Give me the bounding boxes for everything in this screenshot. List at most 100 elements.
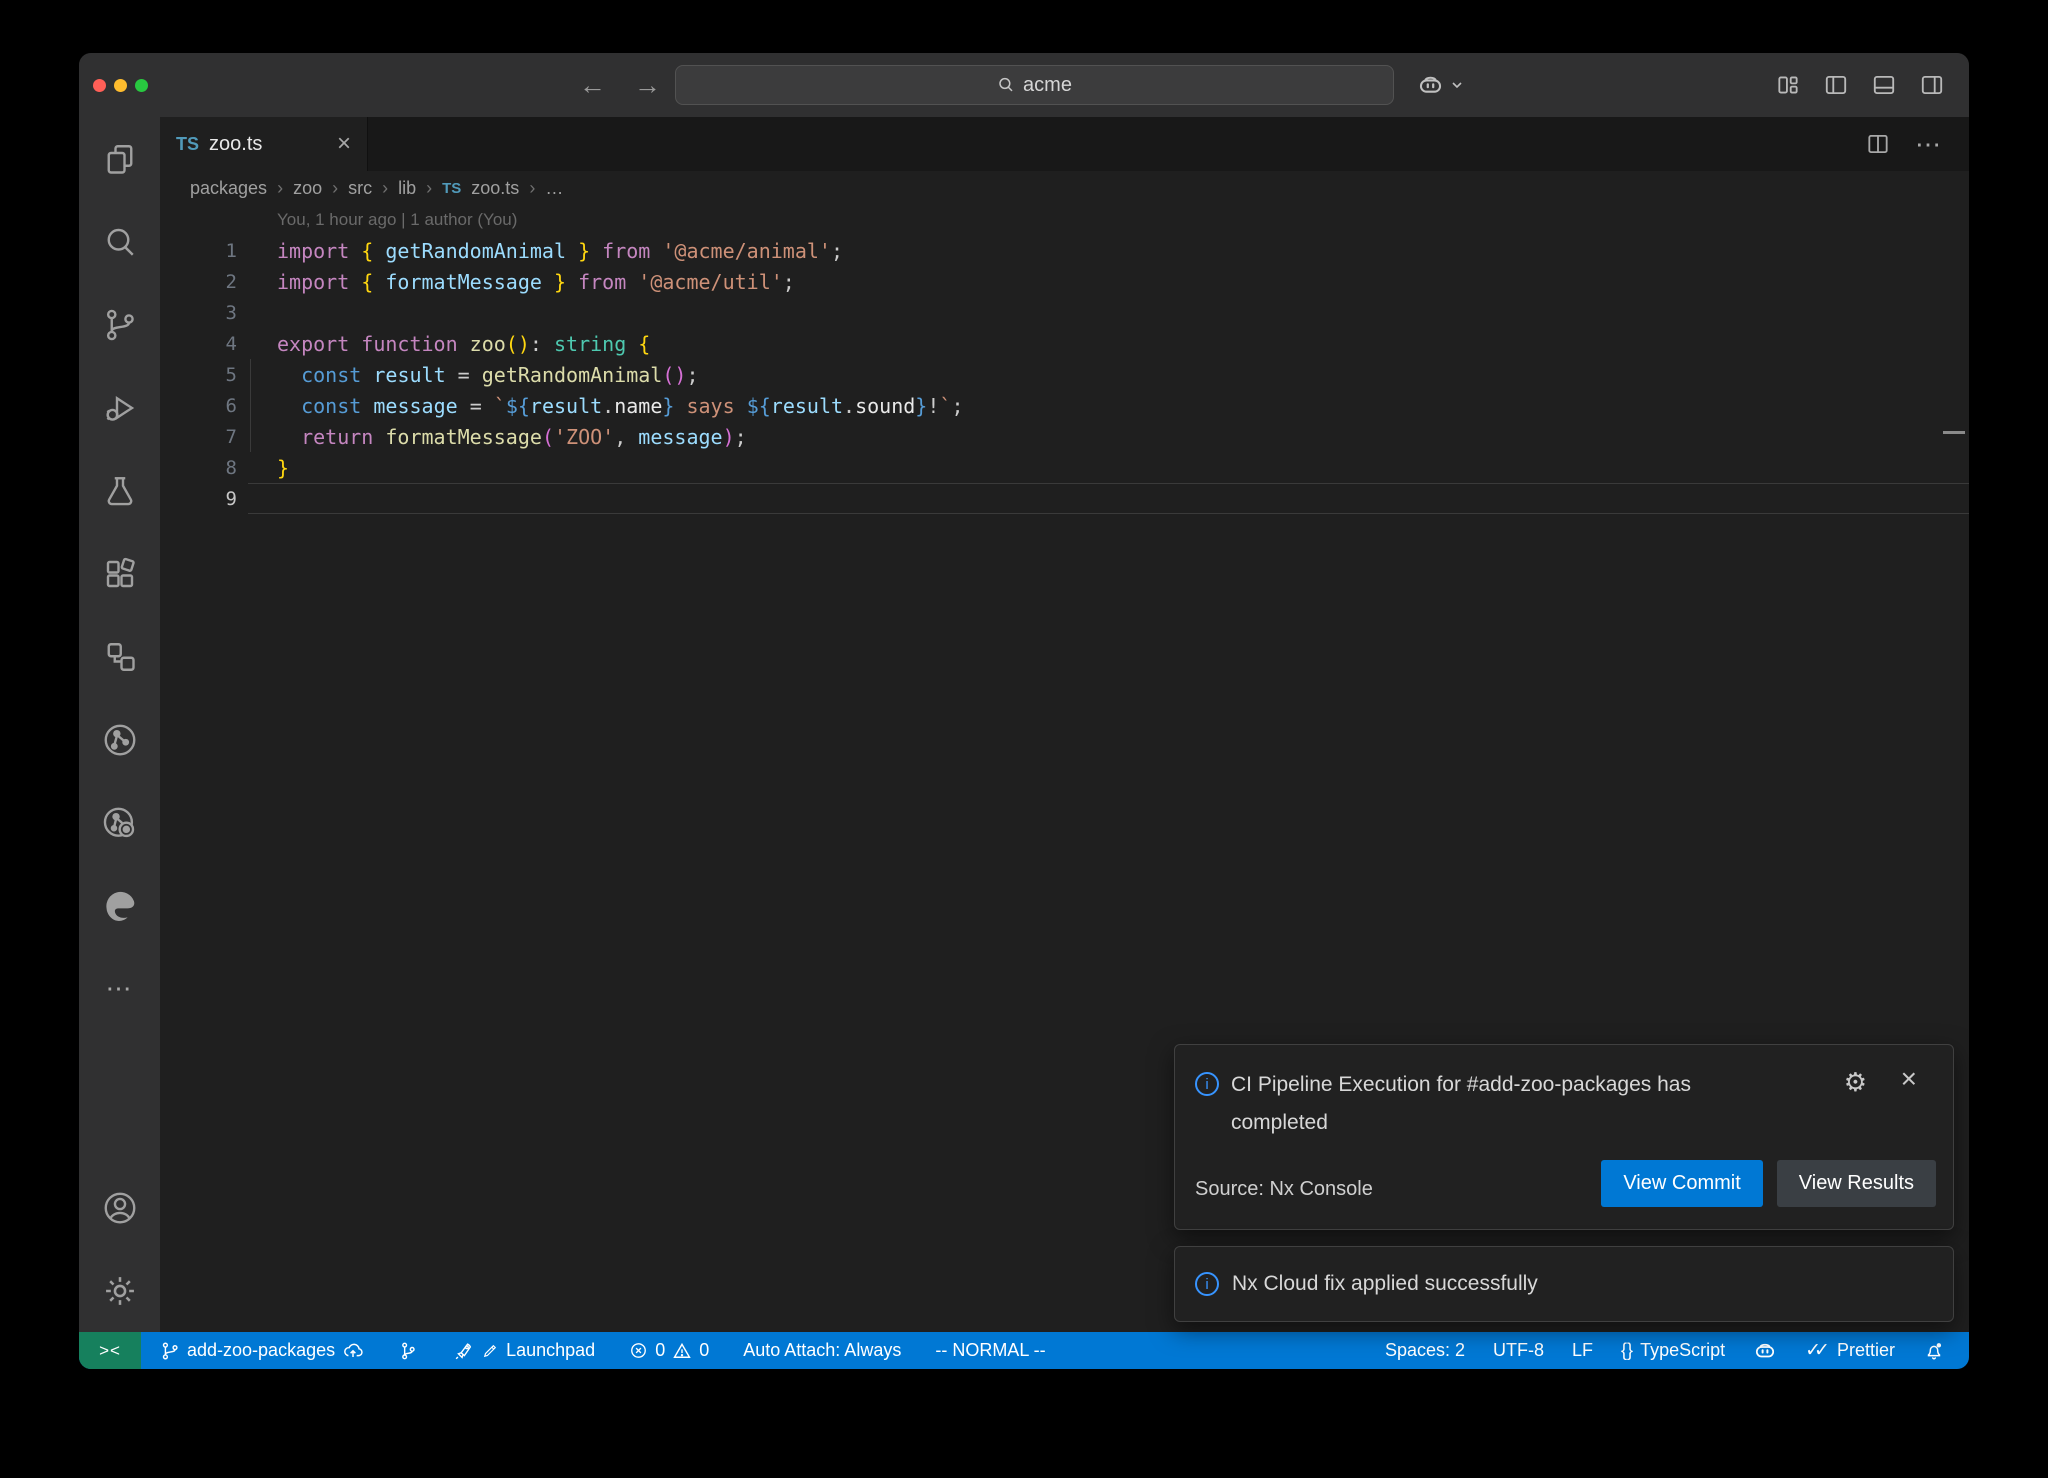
pencil-icon	[481, 1342, 499, 1360]
extensions-icon[interactable]	[79, 532, 160, 615]
rocket-icon	[452, 1340, 474, 1362]
code-line-text: return formatMessage('ZOO', message);	[277, 425, 747, 449]
more-actions-icon[interactable]: ⋯	[1915, 129, 1943, 160]
line-number: 6	[160, 395, 277, 417]
breadcrumb-separator: ›	[277, 178, 283, 199]
cloud-upload-icon	[342, 1340, 364, 1362]
language-mode-item[interactable]: {} TypeScript	[1621, 1340, 1725, 1361]
code-line[interactable]: 3	[160, 297, 1969, 328]
edge-browser-icon[interactable]	[79, 864, 160, 947]
line-number: 7	[160, 426, 277, 448]
close-window-button[interactable]	[93, 79, 106, 92]
breadcrumb-item[interactable]: packages	[190, 178, 267, 199]
settings-gear-icon[interactable]	[79, 1249, 160, 1332]
code-line[interactable]: 4export function zoo(): string {	[160, 328, 1969, 359]
tab-close-icon[interactable]: ×	[337, 132, 351, 156]
code-line[interactable]: 2import { formatMessage } from '@acme/ut…	[160, 266, 1969, 297]
code-line-text: }	[277, 456, 289, 480]
breadcrumb-separator: ›	[529, 178, 535, 199]
split-editor-icon[interactable]	[1865, 131, 1891, 157]
error-count: 0	[655, 1340, 665, 1361]
code-line-text: import { formatMessage } from '@acme/uti…	[277, 270, 795, 294]
code-line[interactable]: 5 const result = getRandomAnimal();	[160, 359, 1969, 390]
toggle-panel-icon[interactable]	[1871, 72, 1897, 98]
copilot-status-item[interactable]	[1753, 1339, 1777, 1363]
search-value: acme	[1023, 74, 1072, 97]
remote-indicator[interactable]: ><	[79, 1332, 141, 1369]
activity-bar: ⋯	[79, 117, 160, 1332]
ci-pipeline-item[interactable]	[398, 1341, 418, 1361]
warning-count: 0	[699, 1340, 709, 1361]
nx-cloud-icon[interactable]	[79, 698, 160, 781]
breadcrumb: packages › zoo › src › lib › TS zoo.ts ›…	[160, 171, 1969, 205]
code-line-text: const result = getRandomAnimal();	[277, 363, 699, 387]
search-sidebar-icon[interactable]	[79, 200, 160, 283]
line-number: 1	[160, 240, 277, 262]
problems-item[interactable]: 0 0	[629, 1340, 709, 1361]
nx-cloud-search-icon[interactable]	[79, 781, 160, 864]
indentation-item[interactable]: Spaces: 2	[1385, 1340, 1465, 1361]
minimize-window-button[interactable]	[114, 79, 127, 92]
forward-button[interactable]: →	[634, 70, 661, 101]
notification-toast-nx-fix: i Nx Cloud fix applied successfully	[1174, 1246, 1954, 1322]
code-line[interactable]: 8}	[160, 452, 1969, 483]
traffic-lights	[93, 53, 148, 117]
breadcrumb-separator: ›	[382, 178, 388, 199]
auto-attach-item[interactable]: Auto Attach: Always	[743, 1340, 901, 1361]
tab-zoo-ts[interactable]: TS zoo.ts ×	[160, 117, 368, 171]
source-control-icon[interactable]	[79, 283, 160, 366]
breadcrumb-item[interactable]: zoo.ts	[471, 178, 519, 199]
breadcrumb-item[interactable]: src	[348, 178, 372, 199]
line-number: 5	[160, 364, 277, 386]
notification-source: Source: Nx Console	[1195, 1178, 1373, 1201]
search-icon	[997, 76, 1015, 94]
toggle-primary-sidebar-icon[interactable]	[1823, 72, 1849, 98]
encoding-item[interactable]: UTF-8	[1493, 1340, 1544, 1361]
breadcrumb-item[interactable]: lib	[398, 178, 416, 199]
accounts-icon[interactable]	[79, 1166, 160, 1249]
line-number: 2	[160, 271, 277, 293]
breadcrumb-item[interactable]: zoo	[293, 178, 322, 199]
view-results-button[interactable]: View Results	[1777, 1160, 1936, 1207]
run-debug-icon[interactable]	[79, 366, 160, 449]
breadcrumb-item[interactable]: …	[545, 178, 563, 199]
breadcrumb-separator: ›	[332, 178, 338, 199]
toggle-secondary-sidebar-icon[interactable]	[1919, 72, 1945, 98]
customize-layout-icon[interactable]	[1775, 72, 1801, 98]
back-button[interactable]: ←	[579, 70, 606, 101]
copilot-icon	[1417, 72, 1444, 99]
copilot-menu-button[interactable]	[1417, 53, 1464, 117]
explorer-icon[interactable]	[79, 117, 160, 200]
warning-icon	[672, 1341, 692, 1361]
zoom-window-button[interactable]	[135, 79, 148, 92]
notification-close-icon[interactable]: ×	[1901, 1063, 1917, 1095]
chevron-down-icon	[1450, 78, 1464, 92]
notification-toast-ci: i CI Pipeline Execution for #add-zoo-pac…	[1174, 1044, 1954, 1230]
view-commit-button[interactable]: View Commit	[1601, 1160, 1762, 1207]
launchpad-item[interactable]: Launchpad	[452, 1340, 595, 1362]
more-views-icon[interactable]: ⋯	[79, 947, 160, 1030]
git-branch-item[interactable]: add-zoo-packages	[160, 1340, 364, 1362]
tab-label: zoo.ts	[209, 133, 262, 156]
vscode-window: ← → acme	[79, 53, 1969, 1369]
title-bar: ← → acme	[79, 53, 1969, 117]
error-icon	[629, 1341, 648, 1360]
notifications-bell-item[interactable]	[1923, 1340, 1945, 1362]
pipeline-icon	[398, 1341, 418, 1361]
tab-strip: TS zoo.ts × ⋯	[160, 117, 1969, 171]
code-line[interactable]: 6 const message = `${result.name} says $…	[160, 390, 1969, 421]
nx-console-icon[interactable]	[79, 615, 160, 698]
double-check-icon: ✓✓	[1805, 1339, 1830, 1362]
code-line[interactable]: 7 return formatMessage('ZOO', message);	[160, 421, 1969, 452]
notification-settings-gear-icon[interactable]: ⚙	[1844, 1067, 1867, 1098]
git-blame-annotation: You, 1 hour ago | 1 author (You)	[160, 205, 1969, 235]
testing-icon[interactable]	[79, 449, 160, 532]
line-number: 3	[160, 302, 277, 324]
prettier-item[interactable]: ✓✓ Prettier	[1805, 1339, 1895, 1362]
indent-guide	[250, 359, 251, 452]
command-center-search[interactable]: acme	[675, 65, 1394, 105]
breadcrumb-separator: ›	[426, 178, 432, 199]
code-line[interactable]: 1import { getRandomAnimal } from '@acme/…	[160, 235, 1969, 266]
vim-mode-item[interactable]: -- NORMAL --	[935, 1340, 1045, 1361]
eol-item[interactable]: LF	[1572, 1340, 1593, 1361]
